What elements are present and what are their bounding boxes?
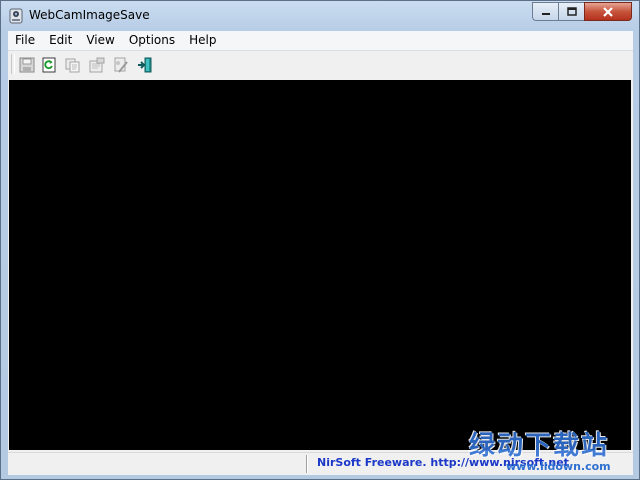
- minimize-button[interactable]: [532, 2, 559, 21]
- copy-icon: [65, 58, 80, 73]
- menu-edit[interactable]: Edit: [42, 31, 79, 50]
- menu-help[interactable]: Help: [182, 31, 223, 50]
- window-title: WebCamImageSave: [29, 8, 150, 22]
- toolbar-grip: [11, 54, 15, 74]
- refresh-button[interactable]: [40, 56, 58, 74]
- properties-button[interactable]: [88, 56, 106, 74]
- webcam-preview: [9, 80, 631, 450]
- save-icon: [19, 57, 35, 73]
- title-bar[interactable]: WebCamImageSave: [1, 1, 639, 31]
- watermark-url: www.lldown.com: [506, 460, 611, 473]
- maximize-button[interactable]: [558, 2, 585, 21]
- watermark-logo: 绿动下载站: [469, 431, 610, 461]
- close-icon: [603, 6, 613, 17]
- client-area: File Edit View Options Help NirSoft Free…: [8, 31, 633, 475]
- menu-file[interactable]: File: [8, 31, 42, 50]
- window-border: [633, 31, 640, 474]
- maximize-icon: [566, 7, 577, 16]
- menu-view[interactable]: View: [79, 31, 121, 50]
- app-window: WebCamImageSave File Edit View Options H…: [0, 0, 640, 480]
- save-button[interactable]: [18, 56, 36, 74]
- refresh-icon: [42, 57, 56, 73]
- webcam-icon: [9, 8, 23, 24]
- close-button[interactable]: [584, 2, 632, 21]
- menu-bar: File Edit View Options Help: [8, 31, 633, 51]
- exit-icon: [138, 57, 152, 73]
- status-separator: [306, 455, 308, 473]
- copy-button[interactable]: [64, 56, 82, 74]
- properties-icon: [89, 57, 105, 73]
- options-icon: [114, 57, 128, 73]
- toolbar: [8, 51, 633, 79]
- exit-button[interactable]: [136, 56, 154, 74]
- minimize-icon: [541, 12, 550, 15]
- options-button[interactable]: [112, 56, 130, 74]
- menu-options[interactable]: Options: [122, 31, 182, 50]
